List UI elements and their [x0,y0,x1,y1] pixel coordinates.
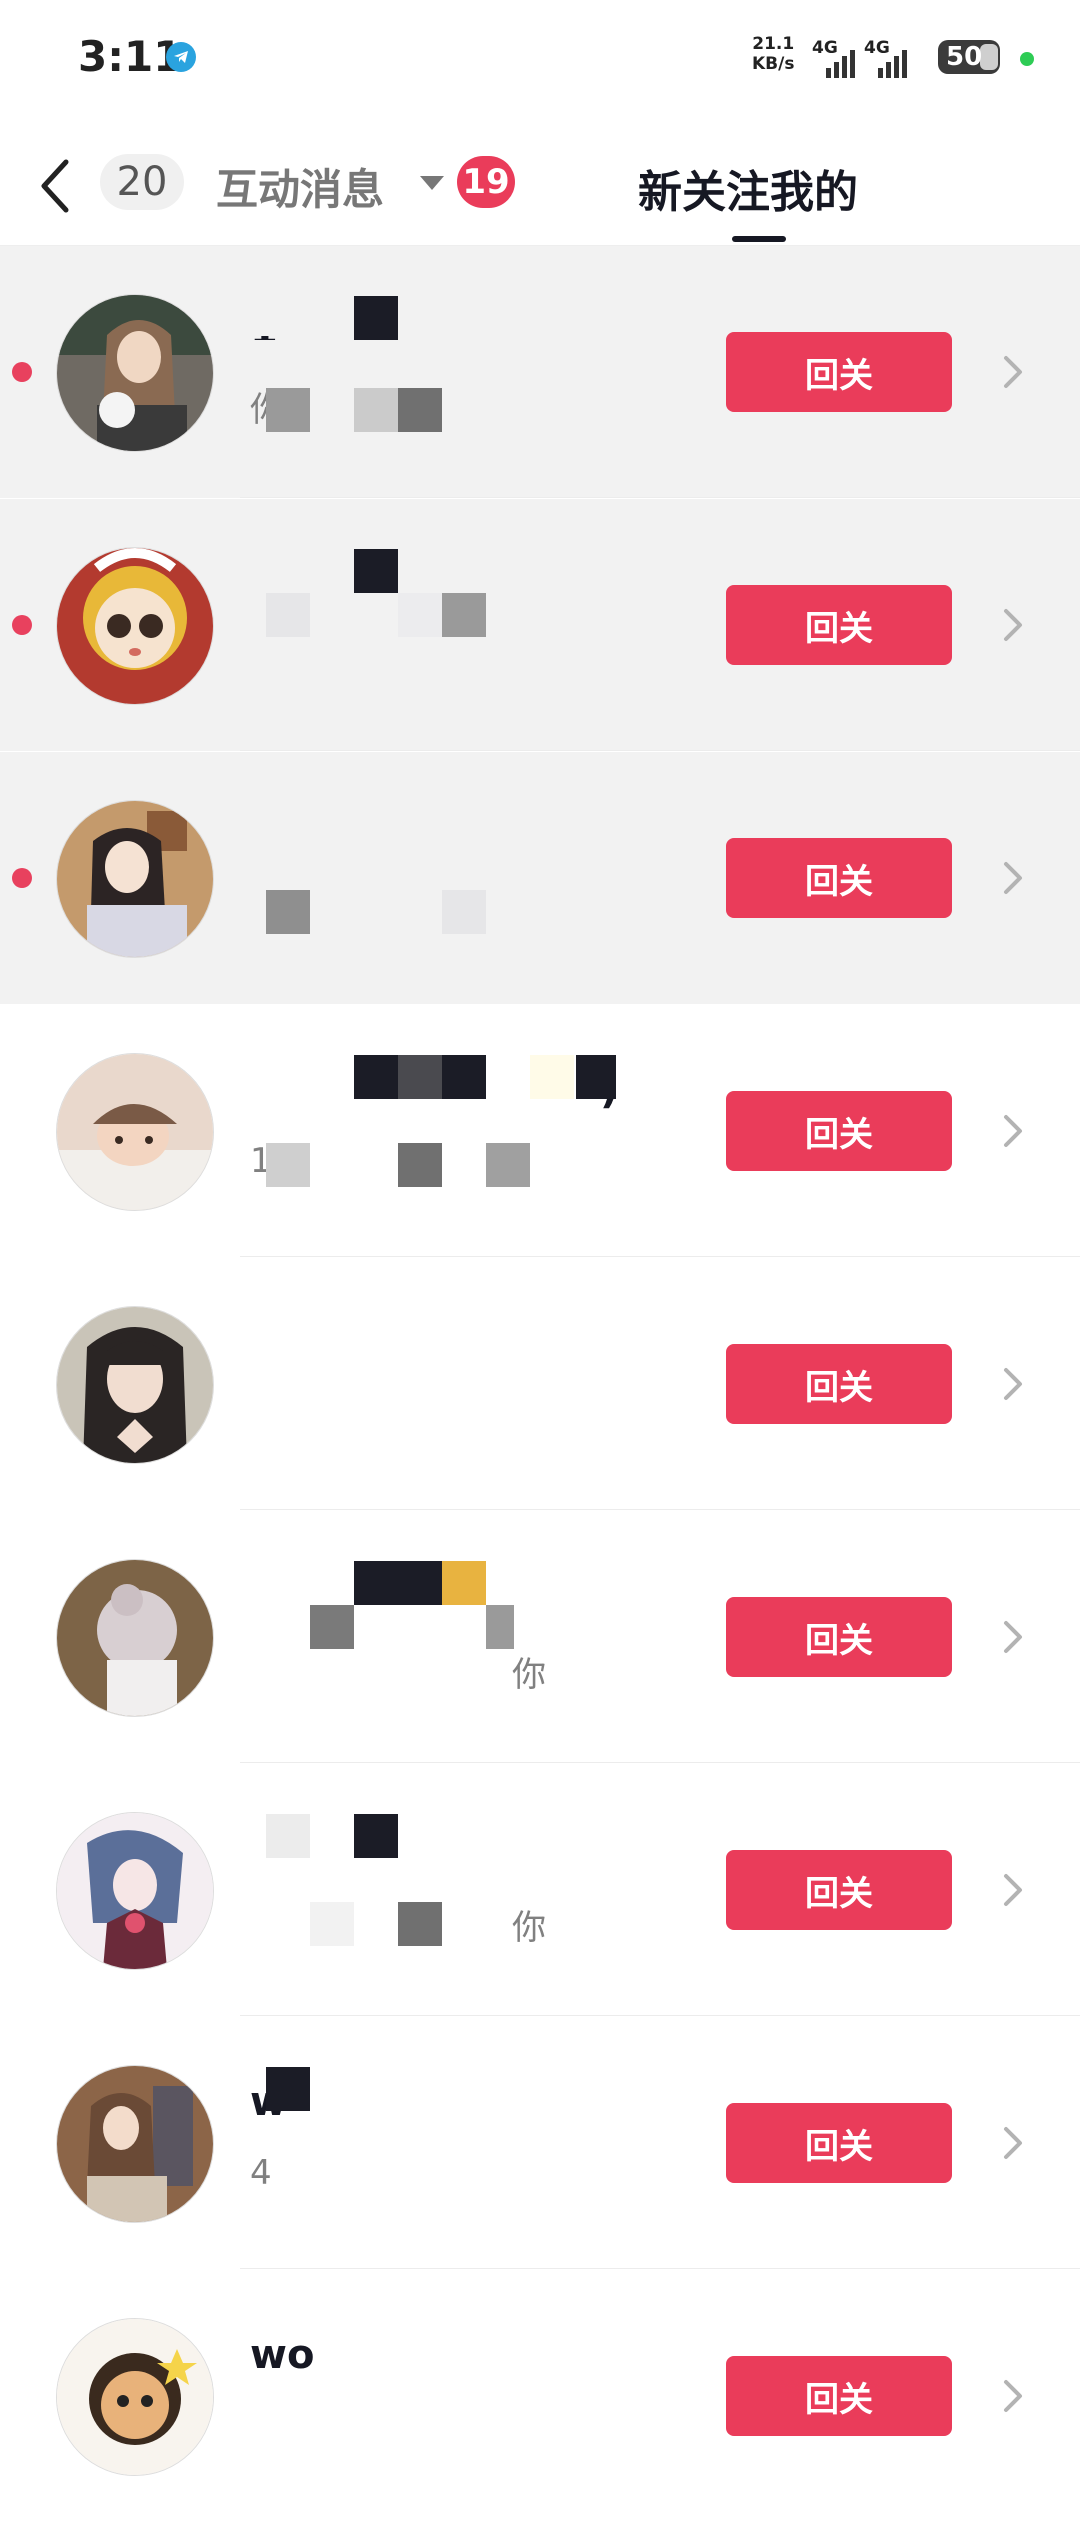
network-speed-value: 21.1 [752,34,795,54]
avatar[interactable] [56,1559,214,1717]
avatar[interactable] [56,294,214,452]
signal-1: 4G [812,38,858,78]
avatar[interactable] [56,547,214,705]
status-bar: 3:11 21.1 KB/s 4G 4G 50 [0,0,1080,120]
chevron-left-icon[interactable] [36,156,76,216]
chevron-right-icon[interactable] [998,605,1026,645]
chevron-right-icon[interactable] [998,2123,1026,2163]
list-item[interactable]: 回关 [0,752,1080,1004]
unread-dot [12,362,32,382]
follow-back-button[interactable]: 回关 [726,585,952,665]
privacy-indicator-dot [1020,52,1034,66]
chevron-right-icon[interactable] [998,1364,1026,1404]
privacy-mosaic [250,296,640,446]
network-speed: 21.1 KB/s [752,34,794,74]
privacy-mosaic [250,1814,640,1964]
divider [240,497,1080,498]
list-item[interactable]: 你 回关 [0,1511,1080,1763]
header: 20 互动消息 19 新关注我的 [0,120,1080,246]
privacy-mosaic [250,1055,640,1205]
follow-back-button[interactable]: 回关 [726,1597,952,1677]
signal-2: 4G [864,38,910,78]
list-item[interactable]: 回关 [0,499,1080,751]
follow-back-button[interactable]: 回关 [726,2103,952,2183]
tab-interaction-messages[interactable]: 互动消息 [216,156,384,217]
follow-back-button[interactable]: 回关 [726,1850,952,1930]
tab-new-followers[interactable]: 新关注我的 [638,156,858,220]
conversation-count-badge: 20 [100,154,184,210]
battery-icon: 50 [938,40,1000,74]
avatar[interactable] [56,1053,214,1211]
list-item[interactable]: w 4 回关 [0,2017,1080,2269]
active-tab-indicator [732,236,786,242]
avatar[interactable] [56,1306,214,1464]
unread-dot [12,615,32,635]
unread-dot [12,868,32,888]
chevron-right-icon[interactable] [998,1111,1026,1151]
divider [240,2015,1080,2016]
avatar[interactable] [56,2065,214,2223]
telegram-icon [166,42,196,72]
network-speed-unit: KB/s [752,54,795,74]
follow-back-button[interactable]: 回关 [726,838,952,918]
privacy-mosaic [250,802,640,952]
privacy-mosaic [250,549,640,699]
list-item[interactable]: 回关 [0,1258,1080,1510]
interaction-unread-badge: 19 [457,156,515,208]
follow-back-button[interactable]: 回关 [726,332,952,412]
divider [240,1509,1080,1510]
follow-back-button[interactable]: 回关 [726,1344,952,1424]
signal-bars-icon [826,50,855,78]
divider [240,750,1080,751]
signal-bars-icon [878,50,907,78]
follow-back-button[interactable]: 回关 [726,1091,952,1171]
privacy-mosaic [250,2067,640,2217]
chevron-right-icon[interactable] [998,1617,1026,1657]
divider [240,2268,1080,2269]
battery-level: 50 [946,42,983,72]
chevron-right-icon[interactable] [998,1870,1026,1910]
avatar[interactable] [56,800,214,958]
follower-name[interactable]: wo [250,2332,314,2378]
chevron-right-icon[interactable] [998,2376,1026,2416]
caret-down-icon[interactable] [420,176,444,190]
chevron-right-icon[interactable] [998,352,1026,392]
chevron-right-icon[interactable] [998,858,1026,898]
list-item[interactable]: ) 1 回关 [0,1005,1080,1257]
avatar[interactable] [56,2318,214,2476]
avatar[interactable] [56,1812,214,1970]
divider [240,1762,1080,1763]
list-item[interactable]: 1 你 回关 [0,246,1080,498]
divider [240,1256,1080,1257]
follow-back-button[interactable]: 回关 [726,2356,952,2436]
list-item[interactable]: 你 回关 [0,1764,1080,2016]
list-item[interactable]: wo 回关 [0,2270,1080,2522]
privacy-mosaic [250,1561,640,1711]
